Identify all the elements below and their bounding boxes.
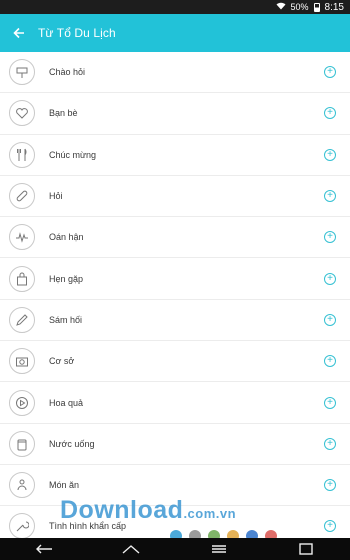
status-bar: 50% 8:15: [0, 0, 350, 14]
plus-icon[interactable]: +: [324, 190, 336, 203]
list-item-label: Hoa quả: [49, 397, 84, 408]
jar-icon: [9, 430, 35, 457]
recent-apps-icon[interactable]: [295, 541, 317, 557]
list-item[interactable]: Nước uống +: [0, 424, 350, 465]
list-item-label: Hỏi: [49, 191, 63, 202]
heart-icon: [9, 100, 35, 127]
people-icon: [9, 472, 35, 499]
list-item-label: Sám hối: [49, 314, 83, 325]
watermark-text: Download: [60, 496, 184, 524]
plus-icon[interactable]: +: [324, 479, 336, 492]
battery-percent: 50%: [290, 2, 309, 12]
plus-icon[interactable]: +: [324, 520, 336, 533]
list-item-label: Bạn bè: [49, 108, 78, 119]
category-list: Chào hỏi + Bạn bè + Chúc mừng + Hỏi + Oá…: [0, 52, 350, 548]
list-item-label: Chúc mừng: [49, 149, 97, 160]
plus-icon[interactable]: +: [324, 107, 336, 120]
wifi-icon: [276, 2, 286, 12]
plus-icon[interactable]: +: [324, 437, 336, 450]
list-item-label: Oán hận: [49, 232, 84, 243]
list-item[interactable]: Chào hỏi +: [0, 52, 350, 94]
plus-icon[interactable]: +: [324, 272, 336, 285]
list-item[interactable]: Bạn bè +: [0, 93, 350, 135]
fork-knife-icon: [9, 141, 35, 168]
pencil-icon: [9, 306, 35, 333]
camera-icon: [9, 348, 35, 375]
signpost-icon: [9, 59, 35, 86]
list-item[interactable]: Sám hối +: [0, 300, 350, 342]
plus-icon[interactable]: +: [324, 231, 336, 244]
home-icon[interactable]: [120, 541, 142, 557]
plus-icon[interactable]: +: [324, 148, 336, 161]
page-title: Từ Tổ Du Lịch: [38, 26, 116, 40]
list-item[interactable]: Hoa quả +: [0, 382, 350, 424]
list-item-label: Nước uống: [49, 438, 95, 449]
plus-icon[interactable]: +: [324, 396, 336, 409]
battery-icon: [313, 2, 320, 12]
list-item[interactable]: Oán hận +: [0, 217, 350, 259]
watermark-suffix: .com.vn: [183, 506, 237, 521]
list-item[interactable]: Hỏi +: [0, 176, 350, 218]
system-nav-bar: [0, 538, 350, 560]
back-arrow-icon[interactable]: [0, 27, 38, 39]
list-item[interactable]: Cơ sở +: [0, 341, 350, 383]
watermark: Download.com.vn: [60, 496, 236, 525]
plus-icon[interactable]: +: [324, 66, 336, 79]
list-item[interactable]: Hẹn gặp +: [0, 258, 350, 300]
list-item-label: Cơ sở: [49, 356, 75, 367]
app-bar: Từ Tổ Du Lịch: [0, 14, 350, 52]
plus-icon[interactable]: +: [324, 355, 336, 368]
clock: 8:15: [324, 1, 344, 13]
list-item-label: Chào hỏi: [49, 67, 86, 78]
wrench-icon: [9, 513, 35, 540]
back-icon[interactable]: [33, 541, 55, 557]
play-icon: [9, 389, 35, 416]
list-item-label: Hẹn gặp: [49, 273, 84, 284]
menu-icon[interactable]: [208, 541, 230, 557]
bandage-icon: [9, 183, 35, 210]
plus-icon[interactable]: +: [324, 313, 336, 326]
lightning-icon: [9, 224, 35, 251]
list-item-label: Món ăn: [49, 480, 80, 491]
list-item[interactable]: Chúc mừng +: [0, 135, 350, 176]
bag-icon: [9, 265, 35, 292]
